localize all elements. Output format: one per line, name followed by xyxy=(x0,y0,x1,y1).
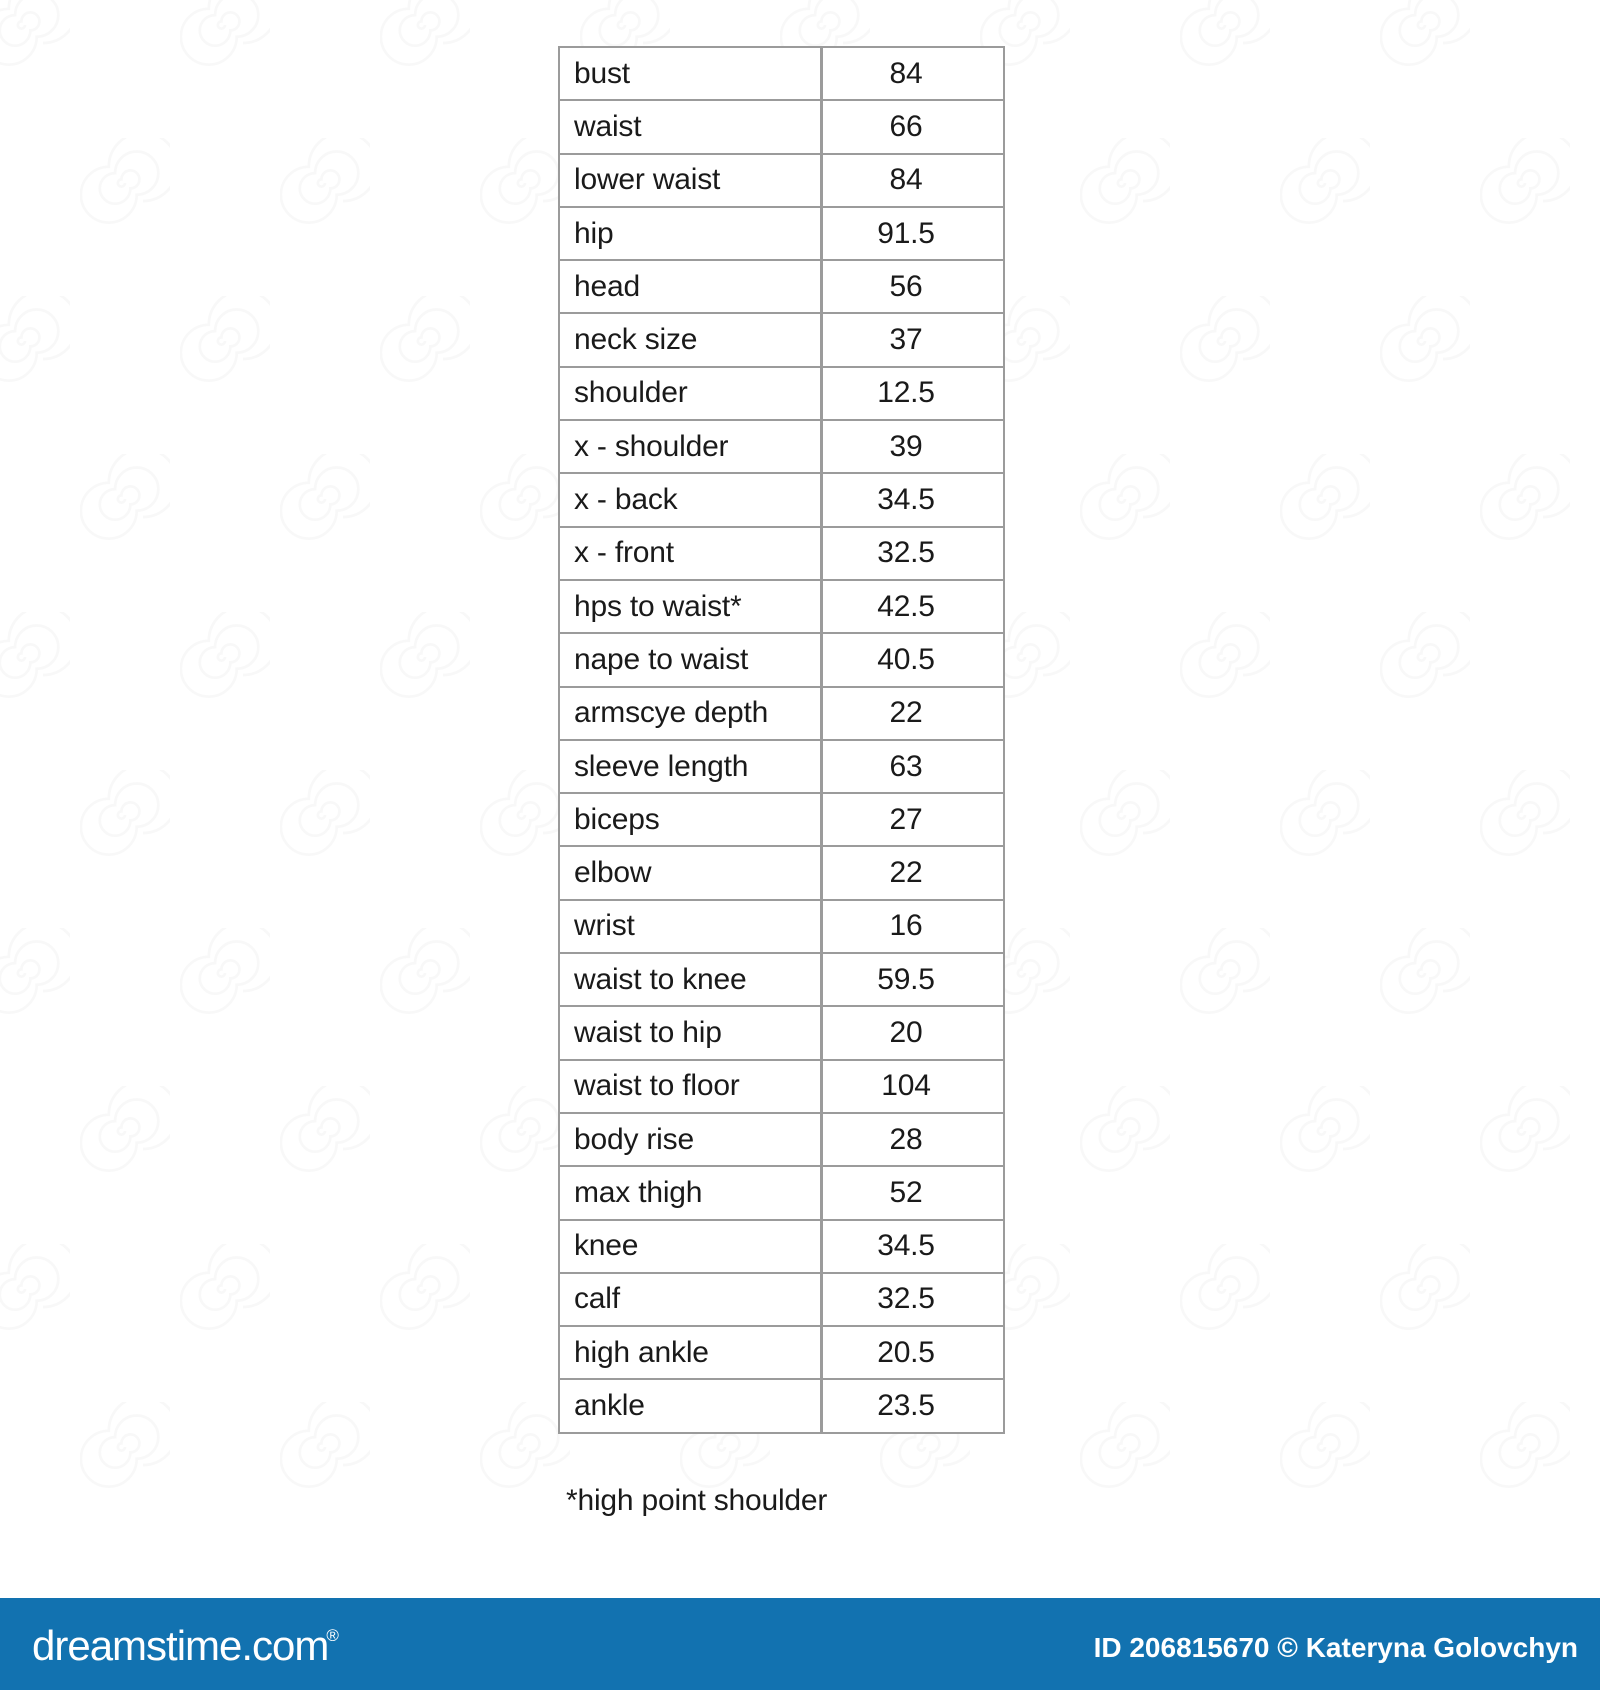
measurement-value: 34.5 xyxy=(821,472,1005,528)
table-row: waist to floor 104 xyxy=(558,1058,1005,1114)
table-row: x - front 32.5 xyxy=(558,525,1005,581)
table-row: wrist 16 xyxy=(558,898,1005,955)
table-row: biceps 27 xyxy=(558,792,1005,848)
table-row: shoulder 12.5 xyxy=(558,365,1005,422)
measurement-value: 84 xyxy=(821,45,1005,102)
measurements-table: bust 84 waist 66 lower waist 84 hip 91.5 head 56 n… xyxy=(558,45,1005,1434)
measurement-label: wrist xyxy=(558,898,823,955)
stock-photo-bar: dreamstime.com® ID 206815670 © Kateryna … xyxy=(0,1598,1600,1690)
measurement-label: nape to waist xyxy=(558,632,823,688)
measurement-value: 52 xyxy=(821,1165,1005,1221)
measurement-value: 59.5 xyxy=(821,952,1005,1008)
measurement-value: 28 xyxy=(821,1111,1005,1168)
table-row: nape to waist 40.5 xyxy=(558,632,1005,688)
table-row: ankle 23.5 xyxy=(558,1378,1005,1434)
measurement-value: 32.5 xyxy=(821,1271,1005,1328)
measurement-label: hip xyxy=(558,205,823,262)
measurement-value: 91.5 xyxy=(821,205,1005,262)
measurement-label: waist to floor xyxy=(558,1058,823,1114)
measurement-label: calf xyxy=(558,1271,823,1328)
measurement-value: 20 xyxy=(821,1005,1005,1061)
measurement-label: max thigh xyxy=(558,1165,823,1221)
table-row: high ankle 20.5 xyxy=(558,1325,1005,1381)
table-row: body rise 28 xyxy=(558,1111,1005,1168)
measurement-value: 20.5 xyxy=(821,1325,1005,1381)
table-row: lower waist 84 xyxy=(558,152,1005,208)
table-row: sleeve length 63 xyxy=(558,738,1005,795)
table-row: x - shoulder 39 xyxy=(558,419,1005,475)
measurement-value: 104 xyxy=(821,1058,1005,1114)
measurement-label: hps to waist* xyxy=(558,578,823,635)
table-row: waist to hip 20 xyxy=(558,1005,1005,1061)
measurement-label: bust xyxy=(558,45,823,102)
measurement-label: high ankle xyxy=(558,1325,823,1381)
table-row: waist to knee 59.5 xyxy=(558,952,1005,1008)
measurement-value: 39 xyxy=(821,419,1005,475)
table-row: hps to waist* 42.5 xyxy=(558,578,1005,635)
measurement-value: 12.5 xyxy=(821,365,1005,422)
measurement-value: 23.5 xyxy=(821,1378,1005,1434)
table-row: max thigh 52 xyxy=(558,1165,1005,1221)
measurement-label: ankle xyxy=(558,1378,823,1434)
measurement-value: 22 xyxy=(821,685,1005,741)
measurement-value: 84 xyxy=(821,152,1005,208)
brand-name: dreamstime.com xyxy=(32,1622,329,1669)
measurement-label: waist to hip xyxy=(558,1005,823,1061)
table-row: knee 34.5 xyxy=(558,1218,1005,1274)
measurement-value: 66 xyxy=(821,99,1005,155)
table-footnote: *high point shoulder xyxy=(566,1484,828,1517)
table-row: x - back 34.5 xyxy=(558,472,1005,528)
measurement-label: waist xyxy=(558,99,823,155)
measurement-value: 42.5 xyxy=(821,578,1005,635)
measurements-table-body: bust 84 waist 66 lower waist 84 hip 91.5 head 56 n… xyxy=(558,45,1005,1434)
measurement-label: shoulder xyxy=(558,365,823,422)
table-row: head 56 xyxy=(558,259,1005,315)
measurement-label: sleeve length xyxy=(558,738,823,795)
registered-trademark-icon: ® xyxy=(326,1626,338,1645)
image-credit: ID 206815670 © Kateryna Golovchyn xyxy=(1093,1632,1578,1663)
measurement-label: biceps xyxy=(558,792,823,848)
measurement-label: elbow xyxy=(558,845,823,901)
artboard: bust 84 waist 66 lower waist 84 hip 91.5 head 56 n… xyxy=(0,0,1600,1580)
measurement-label: x - front xyxy=(558,525,823,581)
table-row: bust 84 xyxy=(558,45,1005,102)
measurement-value: 27 xyxy=(821,792,1005,848)
measurement-label: lower waist xyxy=(558,152,823,208)
measurement-label: waist to knee xyxy=(558,952,823,1008)
measurement-value: 56 xyxy=(821,259,1005,315)
measurement-label: body rise xyxy=(558,1111,823,1168)
measurement-label: neck size xyxy=(558,312,823,368)
table-row: calf 32.5 xyxy=(558,1271,1005,1328)
table-row: elbow 22 xyxy=(558,845,1005,901)
measurement-value: 16 xyxy=(821,898,1005,955)
measurement-value: 34.5 xyxy=(821,1218,1005,1274)
measurement-value: 37 xyxy=(821,312,1005,368)
dreamstime-logo: dreamstime.com® xyxy=(32,1622,340,1670)
measurement-value: 63 xyxy=(821,738,1005,795)
measurement-label: knee xyxy=(558,1218,823,1274)
measurement-value: 32.5 xyxy=(821,525,1005,581)
measurement-value: 22 xyxy=(821,845,1005,901)
table-row: waist 66 xyxy=(558,99,1005,155)
measurement-value: 40.5 xyxy=(821,632,1005,688)
table-row: neck size 37 xyxy=(558,312,1005,368)
measurement-label: armscye depth xyxy=(558,685,823,741)
table-row: armscye depth 22 xyxy=(558,685,1005,741)
measurement-label: x - back xyxy=(558,472,823,528)
table-row: hip 91.5 xyxy=(558,205,1005,262)
measurement-label: x - shoulder xyxy=(558,419,823,475)
measurement-label: head xyxy=(558,259,823,315)
